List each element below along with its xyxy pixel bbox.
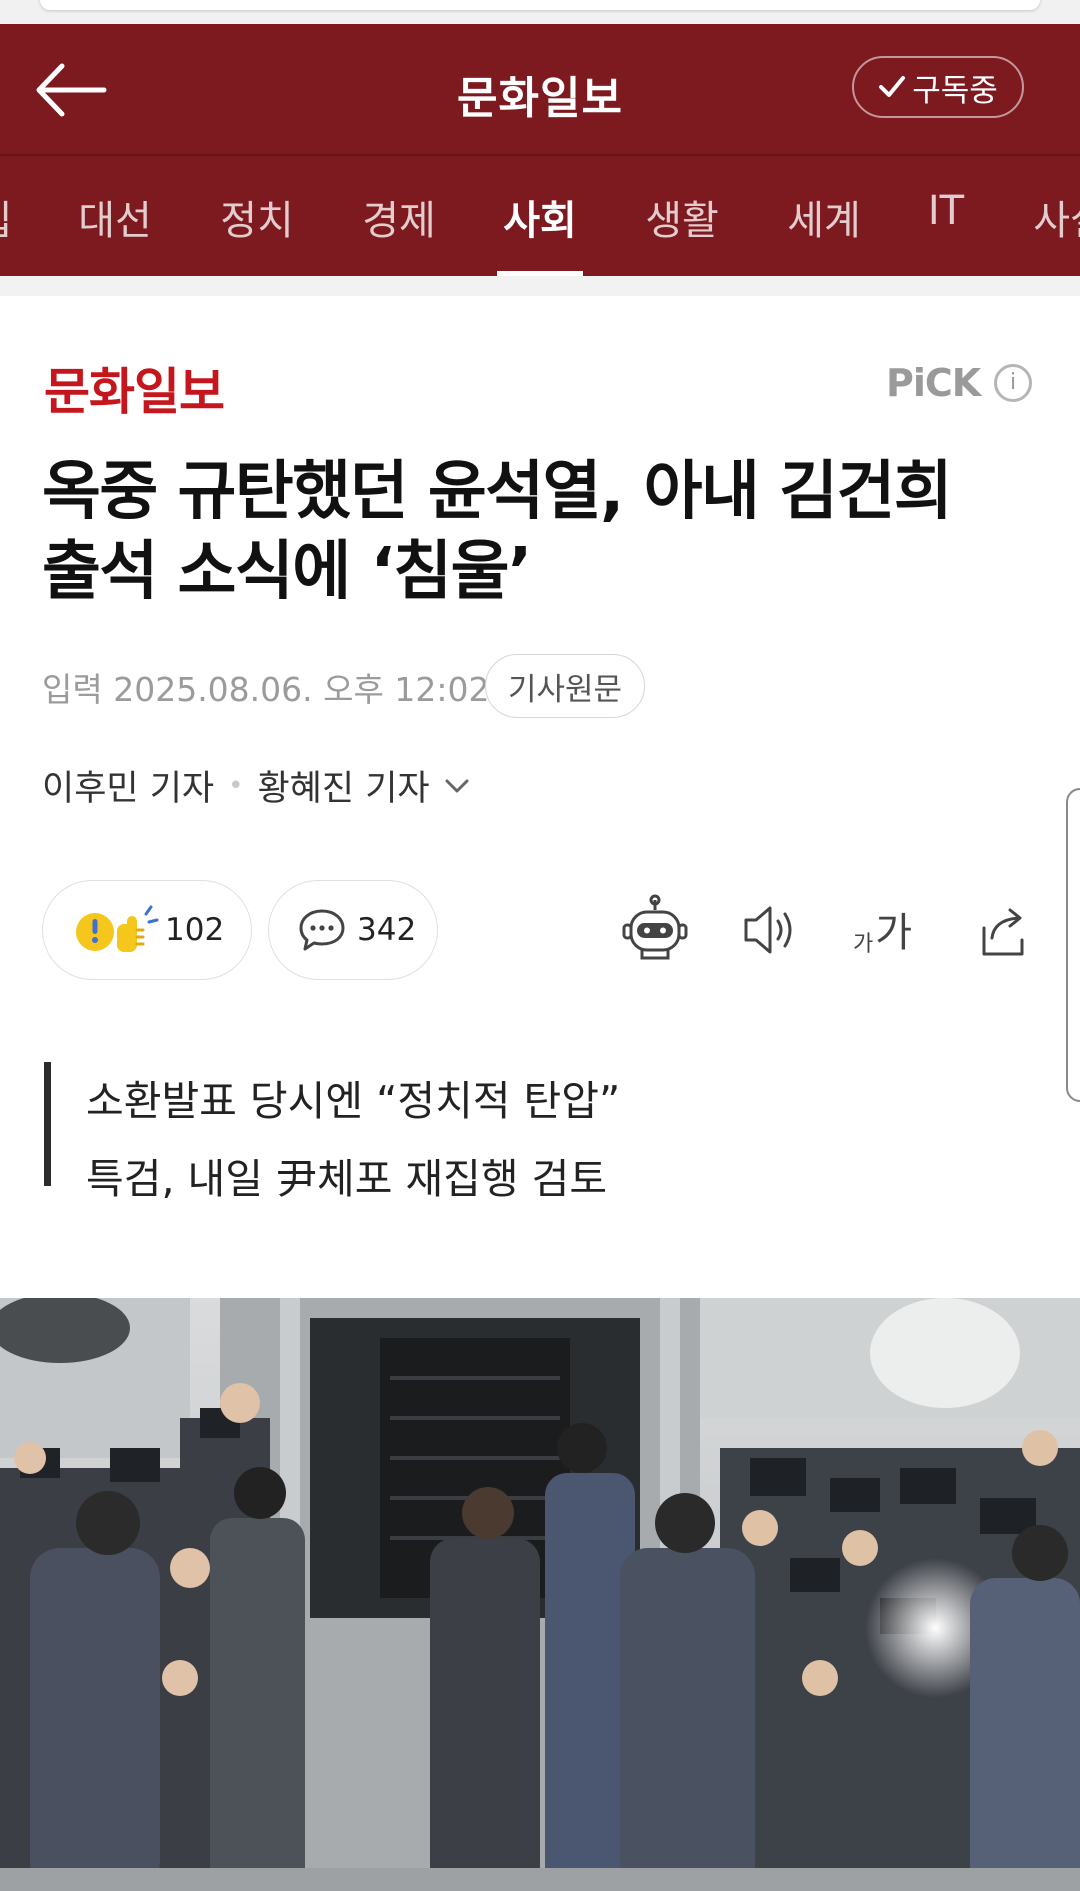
summary-quote-bar (44, 1062, 51, 1186)
chevron-down-icon (445, 779, 469, 792)
browser-address-bar[interactable] (40, 0, 1040, 10)
separator-dot: • (228, 770, 244, 801)
section-gap (0, 276, 1080, 296)
reporter-name-2: 황혜진 기자 (257, 769, 430, 809)
font-size-icon[interactable]: 가 가 (853, 904, 912, 958)
summary-line-1: 소환발표 당시엔 “정치적 탄압” (86, 1077, 621, 1125)
published-date: 입력 2025.08.06. 오후 12:02 (42, 670, 490, 709)
reaction-button[interactable]: 102 (42, 880, 252, 980)
reporter-name-1: 이후민 기자 (42, 769, 215, 809)
reporter-list[interactable]: 이후민 기자 • 황혜진 기자 (42, 760, 470, 811)
photo-image (0, 1298, 1080, 1891)
pick-badge: PiCK (886, 361, 981, 405)
tab-politics[interactable]: 정치 (220, 188, 294, 246)
speaker-icon[interactable] (742, 894, 798, 966)
subscribe-button[interactable]: 구독중 (852, 56, 1024, 118)
subscribe-label: 구독중 (912, 72, 998, 109)
tab-economy[interactable]: 경제 (362, 188, 436, 246)
font-size-large: 가 (875, 910, 913, 956)
original-article-button[interactable]: 기사원문 (485, 654, 645, 718)
article-headline: 옥중 규탄했던 윤석열, 아내 김건희 출석 소식에 ‘침울’ (42, 452, 1052, 612)
font-size-small: 가 (853, 932, 874, 957)
comment-bubble-icon (299, 909, 345, 951)
tab-life[interactable]: 생활 (645, 188, 719, 246)
browser-top-strip (0, 0, 1080, 24)
reaction-emoji-icon (76, 905, 159, 952)
reaction-count: 102 (165, 912, 225, 948)
app-header: 문화일보 구독중 (0, 24, 1080, 154)
article-summary: 소환발표 당시엔 “정치적 탄압” 특검, 내일 尹체포 재집행 검토 (86, 1062, 620, 1218)
press-logo[interactable]: 문화일보 (44, 352, 225, 424)
tab-election[interactable]: 대선 (78, 188, 152, 246)
share-icon[interactable] (976, 894, 1032, 966)
comment-button[interactable]: 342 (268, 880, 438, 980)
tab-it[interactable]: IT (928, 188, 964, 234)
summary-line-2: 특검, 내일 尹체포 재집행 검토 (86, 1155, 608, 1203)
tab-partial-left[interactable]: 칩 (0, 188, 12, 246)
tab-society[interactable]: 사회 (503, 188, 577, 246)
info-icon[interactable]: i (994, 364, 1032, 402)
side-scroll-handle[interactable] (1066, 788, 1080, 1102)
robot-summary-icon[interactable] (622, 894, 688, 966)
tab-partial-right[interactable]: 사설 (1033, 188, 1080, 246)
article-photo[interactable] (0, 1298, 1080, 1891)
tab-world[interactable]: 세계 (787, 188, 861, 246)
category-tabs: 칩 대선 정치 경제 사회 생활 세계 IT 사설 (0, 156, 1080, 276)
headline-line-2: 출석 소식에 ‘침울’ (42, 535, 532, 609)
headline-line-1: 옥중 규탄했던 윤석열, 아내 김건희 (42, 455, 953, 529)
comment-count: 342 (357, 912, 417, 948)
check-icon (879, 76, 906, 97)
